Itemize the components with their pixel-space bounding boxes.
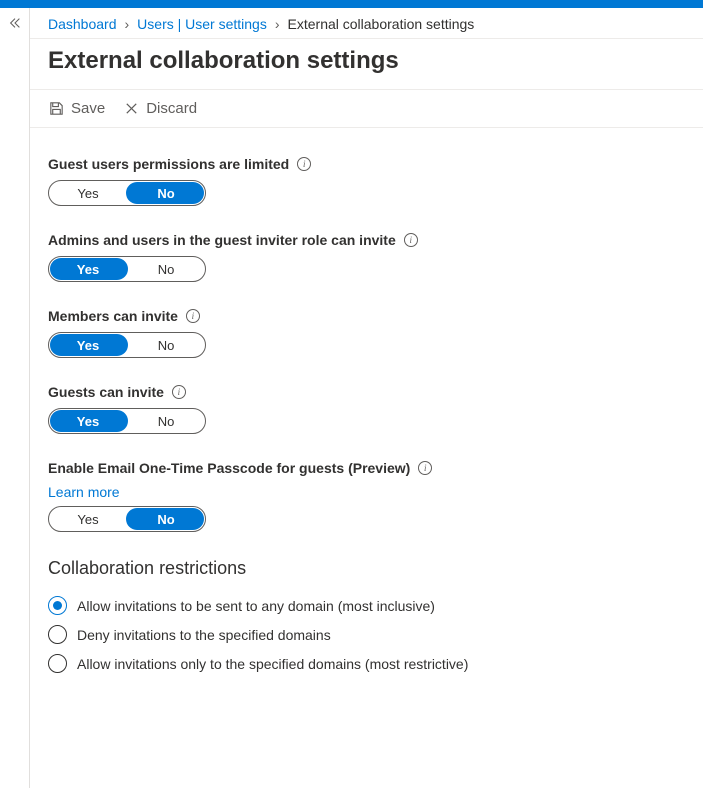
restriction-label: Deny invitations to the specified domain…	[77, 627, 331, 643]
toggle-yes[interactable]: Yes	[49, 181, 127, 205]
chevron-right-icon: ›	[125, 16, 130, 32]
yes-no-toggle[interactable]: YesNo	[48, 506, 206, 532]
toggle-yes[interactable]: Yes	[49, 409, 127, 433]
restriction-label: Allow invitations to be sent to any doma…	[77, 598, 435, 614]
info-icon[interactable]: i	[186, 309, 200, 323]
info-icon[interactable]: i	[172, 385, 186, 399]
info-icon[interactable]: i	[418, 461, 432, 475]
setting-label: Enable Email One-Time Passcode for guest…	[48, 460, 685, 476]
setting-row: Members can invite i YesNo	[48, 308, 685, 358]
discard-label: Discard	[146, 100, 197, 117]
info-icon[interactable]: i	[404, 233, 418, 247]
save-icon	[48, 100, 65, 117]
setting-label-text: Admins and users in the guest inviter ro…	[48, 232, 396, 248]
close-icon	[123, 100, 140, 117]
yes-no-toggle[interactable]: YesNo	[48, 180, 206, 206]
learn-more-link[interactable]: Learn more	[48, 484, 120, 500]
toggle-yes[interactable]: Yes	[49, 333, 127, 357]
setting-label: Admins and users in the guest inviter ro…	[48, 232, 685, 248]
radio-icon	[48, 596, 67, 615]
breadcrumb-current: External collaboration settings	[288, 16, 475, 32]
yes-no-toggle[interactable]: YesNo	[48, 408, 206, 434]
radio-icon	[48, 654, 67, 673]
setting-row: Admins and users in the guest inviter ro…	[48, 232, 685, 282]
radio-icon	[48, 625, 67, 644]
restriction-option[interactable]: Allow invitations only to the specified …	[48, 649, 685, 678]
discard-button[interactable]: Discard	[123, 100, 197, 117]
setting-row: Guests can invite i YesNo	[48, 384, 685, 434]
toggle-no[interactable]: No	[127, 181, 205, 205]
breadcrumb: Dashboard › Users | User settings › Exte…	[30, 8, 703, 39]
azure-top-bar	[0, 0, 703, 8]
restriction-label: Allow invitations only to the specified …	[77, 656, 468, 672]
collapse-sidebar-button[interactable]	[0, 8, 30, 788]
setting-label-text: Guests can invite	[48, 384, 164, 400]
toggle-no[interactable]: No	[127, 409, 205, 433]
toggle-no[interactable]: No	[127, 507, 205, 531]
toggle-yes[interactable]: Yes	[49, 507, 127, 531]
yes-no-toggle[interactable]: YesNo	[48, 256, 206, 282]
setting-label-text: Members can invite	[48, 308, 178, 324]
breadcrumb-users-settings[interactable]: Users | User settings	[137, 16, 267, 32]
settings-content: Guest users permissions are limitediYesN…	[30, 128, 703, 688]
save-button[interactable]: Save	[48, 100, 105, 117]
setting-label-text: Guest users permissions are limited	[48, 156, 289, 172]
command-bar: Save Discard	[30, 90, 703, 128]
breadcrumb-dashboard[interactable]: Dashboard	[48, 16, 117, 32]
toggle-yes[interactable]: Yes	[49, 257, 127, 281]
page-title: External collaboration settings	[30, 39, 703, 90]
setting-label: Members can invite i	[48, 308, 685, 324]
setting-row: Guest users permissions are limited i YesN…	[48, 156, 685, 206]
restriction-option[interactable]: Deny invitations to the specified domain…	[48, 620, 685, 649]
setting-label: Guests can invite i	[48, 384, 685, 400]
toggle-no[interactable]: No	[127, 257, 205, 281]
yes-no-toggle[interactable]: YesNo	[48, 332, 206, 358]
toggle-no[interactable]: No	[127, 333, 205, 357]
setting-label: Guest users permissions are limited i	[48, 156, 685, 172]
setting-label-text: Enable Email One-Time Passcode for guest…	[48, 460, 410, 476]
chevron-double-left-icon	[8, 16, 22, 30]
save-label: Save	[71, 100, 105, 117]
restriction-option[interactable]: Allow invitations to be sent to any doma…	[48, 591, 685, 620]
chevron-right-icon: ›	[275, 16, 280, 32]
info-icon[interactable]: i	[297, 157, 311, 171]
collaboration-restrictions-header: Collaboration restrictions	[48, 558, 685, 579]
setting-row: Enable Email One-Time Passcode for guest…	[48, 460, 685, 532]
